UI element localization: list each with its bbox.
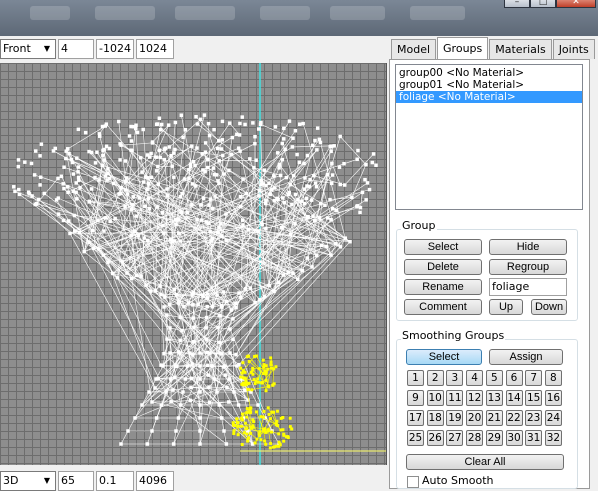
down-button[interactable]: Down <box>531 299 567 315</box>
view-select-top[interactable]: Front ▼ <box>0 39 56 59</box>
smoothing-group-28-button[interactable]: 28 <box>466 430 483 446</box>
smoothing-group-14-button[interactable]: 14 <box>506 390 523 406</box>
smoothing-group-7-button[interactable]: 7 <box>525 370 542 386</box>
group-section-title: Group <box>401 219 437 232</box>
tab-groups[interactable]: Groups <box>437 37 488 59</box>
smoothing-group-24-button[interactable]: 24 <box>545 410 562 426</box>
smoothing-section-title: Smoothing Groups <box>401 329 505 342</box>
close-button[interactable]: ✕ <box>556 0 596 8</box>
view-select-bottom-value: 3D <box>3 474 18 487</box>
smoothing-group-31-button[interactable]: 31 <box>525 430 542 446</box>
smoothing-group-23-button[interactable]: 23 <box>525 410 542 426</box>
maximize-button[interactable]: □ <box>530 0 556 8</box>
smoothing-group-29-button[interactable]: 29 <box>486 430 503 446</box>
smoothing-group-13-button[interactable]: 13 <box>486 390 503 406</box>
chevron-down-icon: ▼ <box>41 42 53 56</box>
zoom-field[interactable]: 4 <box>58 39 94 59</box>
smoothing-group-15-button[interactable]: 15 <box>525 390 542 406</box>
near-field[interactable]: 0.1 <box>96 471 134 491</box>
titlebar-blur <box>95 6 155 20</box>
hide-button[interactable]: Hide <box>489 239 567 255</box>
regroup-button[interactable]: Regroup <box>489 259 567 275</box>
smoothing-group-27-button[interactable]: 27 <box>446 430 463 446</box>
smoothing-group-17-button[interactable]: 17 <box>407 410 424 426</box>
smoothing-group-21-button[interactable]: 21 <box>486 410 503 426</box>
view-select-top-value: Front <box>3 42 31 55</box>
max-field[interactable]: 1024 <box>136 39 174 59</box>
smoothing-group-32-button[interactable]: 32 <box>545 430 562 446</box>
auto-smooth-checkbox[interactable] <box>407 476 419 488</box>
smoothing-group-20-button[interactable]: 20 <box>466 410 483 426</box>
titlebar-blur <box>175 6 235 20</box>
delete-button[interactable]: Delete <box>404 259 482 275</box>
smoothing-group-11-button[interactable]: 11 <box>446 390 463 406</box>
fov-field[interactable]: 65 <box>58 471 94 491</box>
smoothing-group-18-button[interactable]: 18 <box>427 410 444 426</box>
titlebar-blur <box>260 6 310 20</box>
clear-all-button[interactable]: Clear All <box>406 454 564 470</box>
smoothing-group-12-button[interactable]: 12 <box>466 390 483 406</box>
window-titlebar: – □ ✕ <box>0 0 598 36</box>
titlebar-blur <box>30 6 70 20</box>
wireframe-canvas <box>0 63 387 465</box>
group-name-field[interactable]: foliage <box>489 278 567 296</box>
tab-materials[interactable]: Materials <box>489 39 551 59</box>
smoothing-group-4-button[interactable]: 4 <box>466 370 483 386</box>
min-field[interactable]: -1024 <box>96 39 134 59</box>
groups-listbox[interactable]: group00 <No Material> group01 <No Materi… <box>395 64 583 210</box>
tab-model[interactable]: Model <box>391 39 436 59</box>
smoothing-group-26-button[interactable]: 26 <box>427 430 444 446</box>
list-item[interactable]: group00 <No Material> <box>396 67 582 79</box>
smoothing-group-25-button[interactable]: 25 <box>407 430 424 446</box>
chevron-down-icon: ▼ <box>41 474 53 488</box>
list-item[interactable]: group01 <No Material> <box>396 79 582 91</box>
view-select-bottom[interactable]: 3D ▼ <box>0 471 56 491</box>
minimize-button[interactable]: – <box>504 0 530 8</box>
smoothing-group-1-button[interactable]: 1 <box>407 370 424 386</box>
rename-button[interactable]: Rename <box>404 279 482 295</box>
panel-tabs: Model Groups Materials Joints <box>391 39 596 59</box>
titlebar-blur <box>330 6 385 20</box>
list-item[interactable]: foliage <No Material> <box>396 91 582 103</box>
smoothing-group-16-button[interactable]: 16 <box>545 390 562 406</box>
assign-button[interactable]: Assign <box>489 349 563 365</box>
tab-joints[interactable]: Joints <box>553 39 595 59</box>
smoothing-group-8-button[interactable]: 8 <box>545 370 562 386</box>
smoothing-group-22-button[interactable]: 22 <box>506 410 523 426</box>
smoothing-group-10-button[interactable]: 10 <box>427 390 444 406</box>
auto-smooth-label: Auto Smooth <box>422 474 493 487</box>
up-button[interactable]: Up <box>489 299 523 315</box>
smoothing-group-9-button[interactable]: 9 <box>407 390 424 406</box>
model-viewport[interactable] <box>0 63 387 465</box>
smoothing-group-30-button[interactable]: 30 <box>506 430 523 446</box>
smoothing-group-6-button[interactable]: 6 <box>506 370 523 386</box>
far-field[interactable]: 4096 <box>136 471 174 491</box>
smoothing-group-2-button[interactable]: 2 <box>427 370 444 386</box>
titlebar-blur <box>410 6 465 20</box>
comment-button[interactable]: Comment <box>404 299 482 315</box>
smoothing-group-3-button[interactable]: 3 <box>446 370 463 386</box>
smoothing-group-5-button[interactable]: 5 <box>486 370 503 386</box>
smoothing-group-19-button[interactable]: 19 <box>446 410 463 426</box>
group-select-button[interactable]: Select <box>404 239 482 255</box>
smoothing-select-button[interactable]: Select <box>406 349 482 365</box>
